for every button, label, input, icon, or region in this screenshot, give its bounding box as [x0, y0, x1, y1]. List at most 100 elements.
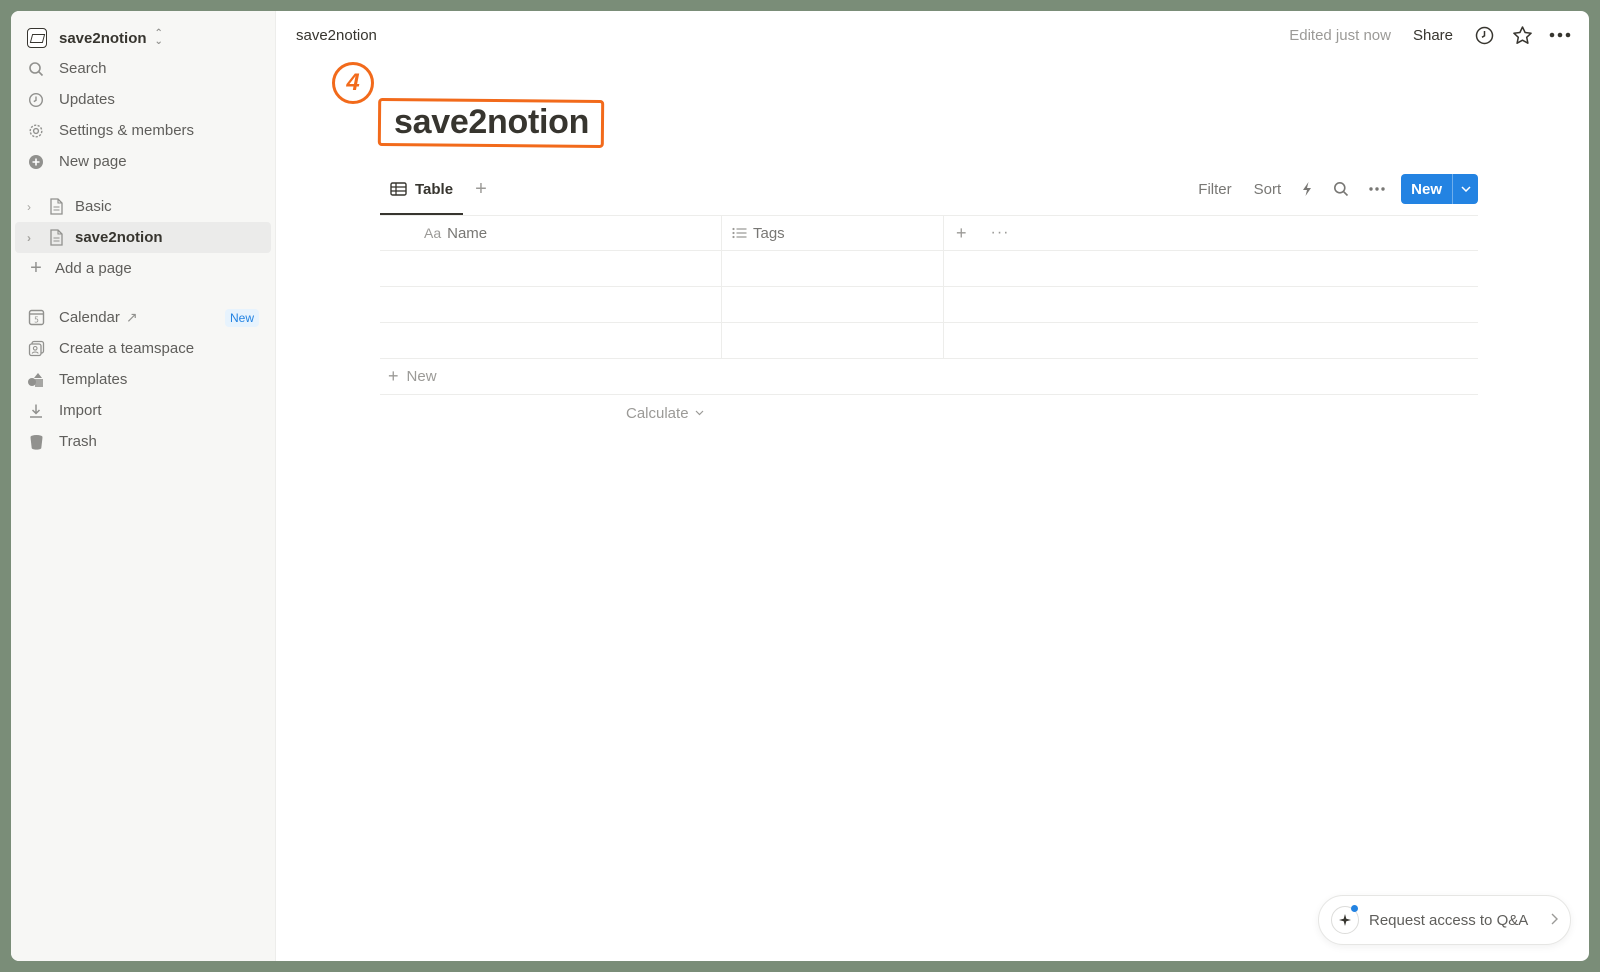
calendar-icon: 5 — [27, 309, 45, 327]
sidebar-item-templates[interactable]: Templates — [11, 364, 275, 395]
table-cell[interactable] — [380, 251, 722, 286]
sort-button[interactable]: Sort — [1254, 181, 1282, 198]
import-icon — [27, 402, 45, 420]
external-arrow-icon: ↗ — [125, 309, 138, 325]
sidebar-item-trash[interactable]: Trash — [11, 426, 275, 457]
page-title[interactable]: save2notion — [384, 97, 599, 148]
history-clock-icon[interactable] — [1473, 24, 1495, 46]
more-icon[interactable] — [1369, 187, 1385, 191]
calculate-row: Calculate — [380, 395, 1478, 431]
sidebar-item-label: Search — [59, 60, 107, 77]
chevron-right-icon[interactable]: › — [27, 200, 39, 214]
add-view-button[interactable]: + — [475, 178, 487, 201]
text-property-icon: Aa — [424, 225, 442, 241]
lightning-icon[interactable] — [1301, 181, 1313, 197]
sidebar-item-new-page[interactable]: New page — [11, 146, 275, 177]
table-cell[interactable] — [722, 287, 944, 322]
sidebar-page-basic[interactable]: › Basic — [11, 191, 275, 222]
sidebar-item-label: Basic — [75, 198, 112, 215]
column-label: Name — [447, 224, 488, 242]
table-cell[interactable] — [722, 323, 944, 358]
column-more-icon[interactable]: ··· — [991, 224, 1010, 242]
table-cell[interactable] — [380, 323, 722, 358]
table-icon — [390, 182, 407, 196]
plus-circle-icon — [27, 153, 45, 171]
templates-icon — [27, 371, 45, 389]
tab-table-view[interactable]: Table — [380, 163, 464, 215]
table-cell — [944, 251, 1478, 286]
edited-status: Edited just now — [1289, 26, 1391, 44]
column-header-actions: + ··· — [944, 216, 1478, 250]
table-cell[interactable] — [380, 287, 722, 322]
svg-text:5: 5 — [34, 316, 39, 325]
plus-icon: + — [30, 257, 42, 279]
column-label: Tags — [753, 224, 785, 242]
filter-button[interactable]: Filter — [1198, 181, 1231, 198]
app-window: save2notion ⌃ ⌄ Search Updates Settings &… — [11, 11, 1589, 961]
title-area: save2notion — [377, 97, 605, 148]
sidebar-item-label: save2notion — [75, 229, 163, 246]
database-toolbar: Table + Filter Sort New — [380, 163, 1478, 215]
sidebar-item-label: Settings & members — [59, 122, 195, 139]
workspace-logo-icon — [27, 28, 47, 48]
sidebar-item-label: Calendar — [59, 309, 120, 326]
breadcrumb[interactable]: save2notion — [296, 27, 377, 44]
request-qa-button[interactable]: Request access to Q&A — [1318, 895, 1571, 945]
sidebar-item-search[interactable]: Search — [11, 53, 275, 84]
sidebar-item-label: Create a teamspace — [59, 340, 195, 357]
trash-icon — [27, 433, 45, 451]
search-icon[interactable] — [1333, 181, 1349, 197]
chevron-right-icon[interactable]: › — [27, 231, 39, 245]
calculate-button[interactable]: Calculate — [626, 405, 689, 422]
sidebar-item-import[interactable]: Import — [11, 395, 275, 426]
sidebar-item-label: Import — [59, 402, 102, 419]
sidebar-item-settings[interactable]: Settings & members — [11, 115, 275, 146]
gear-icon — [27, 122, 45, 140]
table-row[interactable] — [380, 251, 1478, 287]
plus-icon: + — [388, 366, 399, 386]
chevron-down-icon — [695, 408, 704, 419]
table-header-row: Aa Name Tags + ··· — [380, 215, 1478, 251]
table-row[interactable] — [380, 323, 1478, 359]
database-actions: Filter Sort New — [1176, 174, 1478, 204]
column-header-name[interactable]: Aa Name — [380, 216, 722, 250]
main-content: save2notion Edited just now Share 4 save… — [276, 11, 1589, 961]
share-button[interactable]: Share — [1413, 27, 1453, 44]
new-record-button[interactable]: New — [1401, 174, 1478, 204]
topbar: save2notion Edited just now Share — [276, 11, 1589, 59]
table-cell — [944, 323, 1478, 358]
chevron-updown-icon: ⌃ ⌄ — [154, 28, 163, 47]
database-table: Aa Name Tags + ··· + New Calculate — [380, 215, 1478, 431]
chevron-down-icon[interactable] — [1452, 174, 1478, 204]
request-qa-label: Request access to Q&A — [1369, 911, 1529, 929]
more-icon[interactable] — [1549, 24, 1571, 46]
sidebar-item-label: New page — [59, 153, 127, 170]
list-icon — [732, 227, 747, 239]
page-icon — [47, 229, 65, 247]
sidebar-item-label: Trash — [59, 433, 97, 450]
table-row[interactable] — [380, 287, 1478, 323]
step-annotation-badge: 4 — [332, 62, 374, 104]
table-cell — [944, 287, 1478, 322]
new-button-label[interactable]: New — [1401, 174, 1452, 204]
add-page-label: Add a page — [55, 260, 132, 277]
sparkle-icon — [1331, 905, 1359, 934]
sidebar-item-create-teamspace[interactable]: Create a teamspace — [11, 333, 275, 364]
add-column-button[interactable]: + — [956, 223, 967, 244]
table-cell[interactable] — [722, 251, 944, 286]
add-row-button[interactable]: + New — [380, 359, 1478, 395]
workspace-switcher[interactable]: save2notion ⌃ ⌄ — [11, 23, 275, 53]
sidebar-page-save2notion[interactable]: › save2notion — [15, 222, 271, 253]
sidebar-item-label: Templates — [59, 371, 128, 388]
sidebar-item-calendar[interactable]: 5 Calendar ↗ New — [11, 302, 275, 333]
search-icon — [27, 60, 45, 78]
sidebar-item-updates[interactable]: Updates — [11, 84, 275, 115]
add-page-button[interactable]: + Add a page — [11, 253, 275, 284]
topbar-actions: Edited just now Share — [1289, 24, 1571, 46]
sidebar-item-label: Updates — [59, 91, 115, 108]
sidebar: save2notion ⌃ ⌄ Search Updates Settings &… — [11, 11, 276, 961]
star-icon[interactable] — [1511, 24, 1533, 46]
chevron-right-icon — [1551, 912, 1558, 928]
column-header-tags[interactable]: Tags — [722, 216, 944, 250]
page-icon — [47, 198, 65, 216]
